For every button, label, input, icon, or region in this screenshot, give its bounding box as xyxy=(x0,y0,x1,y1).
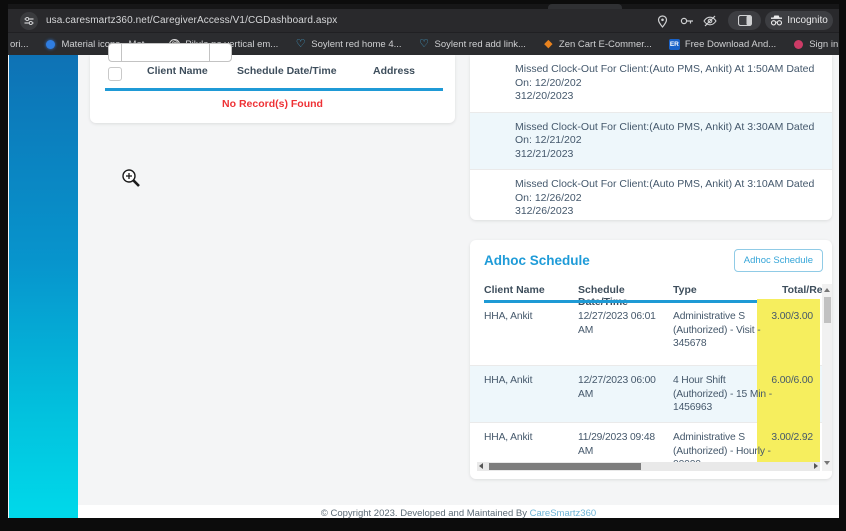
cell-total: 3.00/3.00 xyxy=(771,311,813,322)
adhoc-schedule-button[interactable]: Adhoc Schedule xyxy=(733,249,823,272)
adhoc-schedule-card: Adhoc Schedule Adhoc Schedule Client Nam… xyxy=(470,240,832,479)
adhoc-header-row: Client Name Schedule Date/Time Type Tota… xyxy=(470,284,822,308)
column-header: Total/Remai xyxy=(782,284,822,296)
bookmark-item[interactable]: ER Free Download And... xyxy=(668,38,777,50)
eye-hidden-icon[interactable] xyxy=(702,13,718,29)
tune-icon xyxy=(24,17,34,25)
cell-total: 6.00/6.00 xyxy=(771,375,813,386)
browser-window: usa.caresmartz360.net/CaregiverAccess/V1… xyxy=(8,4,839,518)
side-panel-icon xyxy=(737,15,752,26)
adhoc-schedule-title: Adhoc Schedule xyxy=(484,253,590,268)
side-panel-pill[interactable] xyxy=(728,11,761,30)
notification-text: Missed Clock-Out For Client:(Auto PMS, A… xyxy=(515,63,815,89)
cell-datetime: 12/27/2023 06:01 AM xyxy=(578,311,656,336)
left-nav-sidebar[interactable] xyxy=(9,55,78,518)
scroll-up-icon[interactable] xyxy=(824,288,830,292)
url-text[interactable]: usa.caresmartz360.net/CaregiverAccess/V1… xyxy=(46,14,337,28)
column-header: Client Name xyxy=(147,65,208,77)
table-header-row: Client Name Schedule Date/Time Address xyxy=(90,65,455,85)
site-info-button[interactable] xyxy=(20,12,38,30)
cell-datetime: 11/29/2023 09:48 AM xyxy=(578,432,655,457)
pink-circle-favicon xyxy=(793,39,804,50)
incognito-label: Incognito xyxy=(787,15,828,26)
notification-text: Missed Clock-Out For Client:(Auto PMS, A… xyxy=(515,120,815,147)
bookmark-item[interactable]: ori... xyxy=(10,39,28,50)
incognito-icon xyxy=(771,15,783,26)
copyright-text: © Copyright 2023. Developed and Maintain… xyxy=(320,508,527,518)
notification-text: 312/20/2023 xyxy=(515,90,574,102)
notification-item[interactable]: Missed Clock-Out For Client:(Auto PMS, A… xyxy=(470,111,832,169)
er-favicon: ER xyxy=(668,38,680,50)
bookmark-item[interactable]: Sign in to your Acco... xyxy=(793,39,839,50)
schedule-empty-card: Client Name Schedule Date/Time Address N… xyxy=(90,43,455,123)
cell-client: HHA, Ankit xyxy=(484,311,533,322)
password-key-icon[interactable] xyxy=(679,13,695,29)
missed-clockout-list: 0/2023 Missed Clock-Out For Client:(Auto… xyxy=(470,55,832,220)
bookmark-item[interactable]: ♡ Soylent red home 4... xyxy=(295,37,402,50)
column-header: Address xyxy=(373,65,416,77)
bookmark-item[interactable]: ◆ Zen Cart E-Commer... xyxy=(543,37,652,50)
bookmark-item[interactable]: ♡ Soylent red add link... xyxy=(419,37,526,50)
heart-favicon: ♡ xyxy=(295,37,306,50)
vertical-scroll-thumb[interactable] xyxy=(823,297,831,323)
partial-control[interactable] xyxy=(108,43,232,62)
notification-text: Missed Clock-Out For Client:(Auto PMS, A… xyxy=(515,178,815,204)
bookmark-label: Soylent red home 4... xyxy=(311,38,402,50)
bookmark-label: Free Download And... xyxy=(684,38,777,50)
notification-item[interactable]: Missed Clock-Out For Client:(Auto PMS, A… xyxy=(470,169,832,220)
notification-text: 312/26/2023 xyxy=(515,205,574,217)
scroll-right-icon[interactable] xyxy=(814,463,818,469)
notification-text: 312/21/2023 xyxy=(515,147,574,160)
scroll-left-icon[interactable] xyxy=(479,463,483,469)
page-footer: © Copyright 2023. Developed and Maintain… xyxy=(78,505,839,518)
url-bar: usa.caresmartz360.net/CaregiverAccess/V1… xyxy=(8,9,839,32)
adhoc-table-body: HHA, Ankit 12/27/2023 06:01 AM Administr… xyxy=(470,299,822,470)
column-header: Type xyxy=(673,284,697,296)
heart-favicon: ♡ xyxy=(419,37,429,50)
zoom-cursor-icon xyxy=(122,169,140,187)
cell-client: HHA, Ankit xyxy=(484,432,533,443)
horizontal-scrollbar[interactable] xyxy=(477,462,820,471)
empty-message: No Record(s) Found xyxy=(222,98,323,110)
material-icons-favicon xyxy=(45,39,56,50)
incognito-badge: Incognito xyxy=(765,11,833,30)
horizontal-scroll-thumb[interactable] xyxy=(489,463,641,470)
zen-cart-favicon: ◆ xyxy=(544,37,553,50)
bookmark-label: Soylent red add link... xyxy=(434,38,526,50)
location-icon[interactable] xyxy=(654,13,670,29)
cell-client: HHA, Ankit xyxy=(484,375,533,386)
vertical-scrollbar[interactable] xyxy=(822,284,832,471)
notification-item[interactable]: Missed Clock-Out For Client:(Auto PMS, A… xyxy=(470,55,832,112)
bookmark-label: Zen Cart E-Commer... xyxy=(558,38,652,50)
scroll-down-icon[interactable] xyxy=(824,461,830,465)
column-header: Schedule Date/Time xyxy=(237,65,337,77)
cell-datetime: 12/27/2023 06:00 AM xyxy=(578,375,656,400)
table-row[interactable]: HHA, Ankit 12/27/2023 06:00 AM 4 Hour Sh… xyxy=(470,365,822,422)
cell-total: 3.00/2.92 xyxy=(771,432,813,443)
select-all-checkbox[interactable] xyxy=(108,67,122,81)
caresmartz-link[interactable]: CareSmartz360 xyxy=(530,508,597,518)
bookmark-label: ori... xyxy=(10,38,29,50)
column-header: Client Name xyxy=(484,284,545,296)
header-underline xyxy=(105,88,443,91)
bookmark-label: Sign in to your Acco... xyxy=(809,38,839,50)
